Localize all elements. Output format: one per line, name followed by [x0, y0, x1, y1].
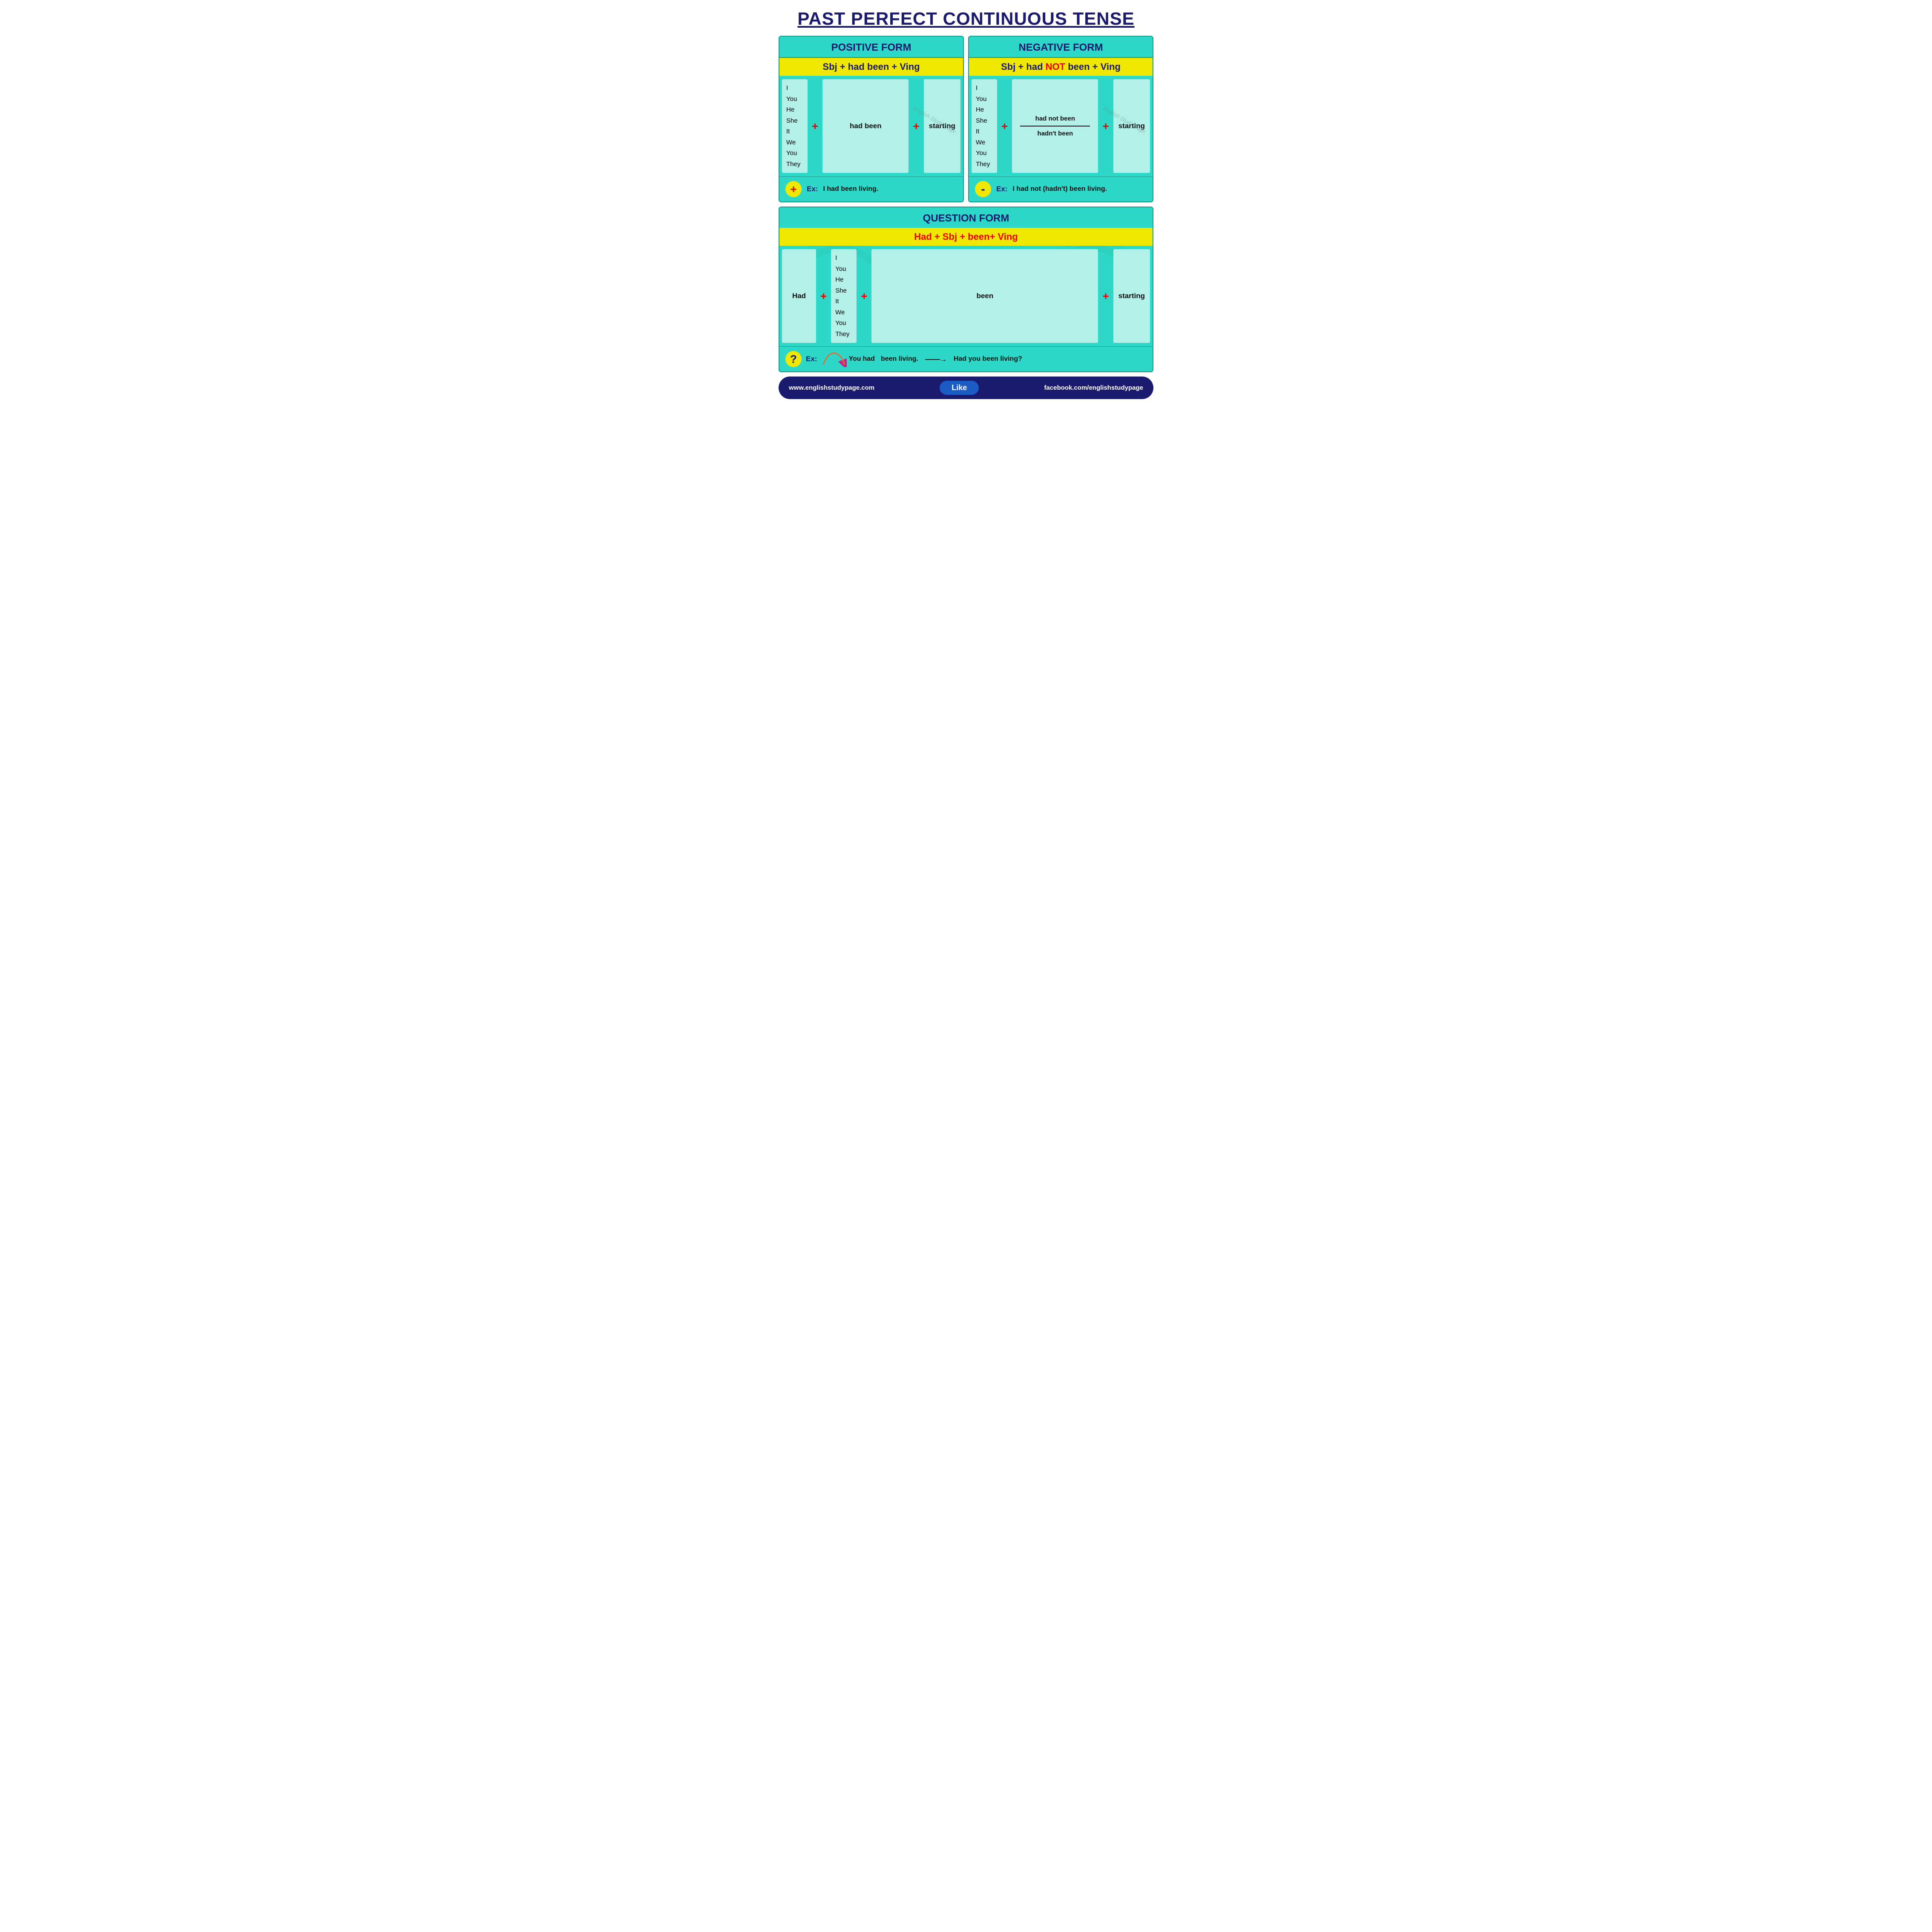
- negative-verb-full: had not been: [1035, 115, 1075, 122]
- positive-formula: Sbj + had been + Ving: [779, 58, 963, 76]
- negative-form-box: NEGATIVE FORM Sbj + had NOT been + Ving …: [968, 36, 1153, 202]
- question-form-box: QUESTION FORM Had + Sbj + been+ Ving Had…: [779, 207, 1153, 372]
- question-subjects: I You He She It We You They: [831, 249, 857, 343]
- question-ending: starting: [1113, 249, 1150, 343]
- positive-example-text: I had been living.: [823, 185, 878, 193]
- question-example-bar: ? Ex: You had been living. ——→: [779, 346, 1153, 371]
- negative-verb-col: had not been hadn't been: [1012, 79, 1098, 173]
- question-plus-2: +: [858, 249, 870, 343]
- negative-example-text: I had not (hadn't) been living.: [1012, 185, 1107, 193]
- question-formula: Had + Sbj + been+ Ving: [779, 228, 1153, 246]
- positive-form-box: POSITIVE FORM Sbj + had been + Ving I Yo…: [779, 36, 964, 202]
- negative-formula-end: been + Ving: [1065, 61, 1121, 72]
- positive-verb: had been: [822, 79, 908, 173]
- positive-content: I You He She It We You They + had been +…: [779, 76, 963, 176]
- footer-left: www.englishstudypage.com: [789, 384, 874, 391]
- positive-sign: +: [785, 181, 802, 197]
- question-ex-label: Ex:: [806, 355, 817, 363]
- negative-example-bar: - Ex: I had not (hadn't) been living.: [969, 176, 1153, 201]
- negative-sign: -: [975, 181, 991, 197]
- positive-example-bar: + Ex: I had been living.: [779, 176, 963, 201]
- question-plus-3: +: [1100, 249, 1111, 343]
- positive-header: POSITIVE FORM: [779, 37, 963, 58]
- question-arrow-area: You had: [821, 351, 874, 367]
- negative-plus-2: +: [1100, 79, 1111, 173]
- negative-ex-label: Ex:: [996, 185, 1007, 193]
- negative-header: NEGATIVE FORM: [969, 37, 1153, 58]
- negative-ending: starting: [1113, 79, 1150, 173]
- question-content: Had + I You He She It We You They + been…: [779, 246, 1153, 346]
- question-had-word: had: [863, 355, 875, 363]
- question-been: been: [871, 249, 1098, 343]
- footer-right: facebook.com/englishstudypage: [1044, 384, 1143, 391]
- question-header: QUESTION FORM: [779, 207, 1153, 228]
- negative-formula: Sbj + had NOT been + Ving: [969, 58, 1153, 76]
- footer: www.englishstudypage.com Like facebook.c…: [779, 377, 1153, 399]
- page-title: PAST PERFECT CONTINUOUS TENSE: [779, 4, 1153, 36]
- top-row: POSITIVE FORM Sbj + had been + Ving I Yo…: [779, 36, 1153, 202]
- negative-subjects: I You He She It We You They: [972, 79, 997, 173]
- positive-ex-label: Ex:: [807, 185, 818, 193]
- positive-ending: starting: [924, 79, 960, 173]
- negative-verb-short: hadn't been: [1038, 130, 1073, 137]
- like-button[interactable]: Like: [940, 381, 979, 395]
- question-arrow-svg: [821, 351, 847, 367]
- positive-plus-2: +: [910, 79, 922, 173]
- negative-formula-start: Sbj + had: [1001, 61, 1046, 72]
- question-you: You: [848, 355, 861, 363]
- question-sign: ?: [785, 351, 802, 367]
- question-arrow: ——→: [925, 355, 947, 364]
- positive-plus-1: +: [809, 79, 821, 173]
- negative-not: NOT: [1046, 61, 1065, 72]
- question-plus-1: +: [818, 249, 829, 343]
- positive-subjects: I You He She It We You They: [782, 79, 808, 173]
- negative-plus-1: +: [999, 79, 1010, 173]
- negative-content: I You He She It We You They + had not be…: [969, 76, 1153, 176]
- question-result: Had you been living?: [954, 355, 1022, 363]
- question-had: Had: [782, 249, 816, 343]
- question-been-living: been living.: [881, 355, 918, 363]
